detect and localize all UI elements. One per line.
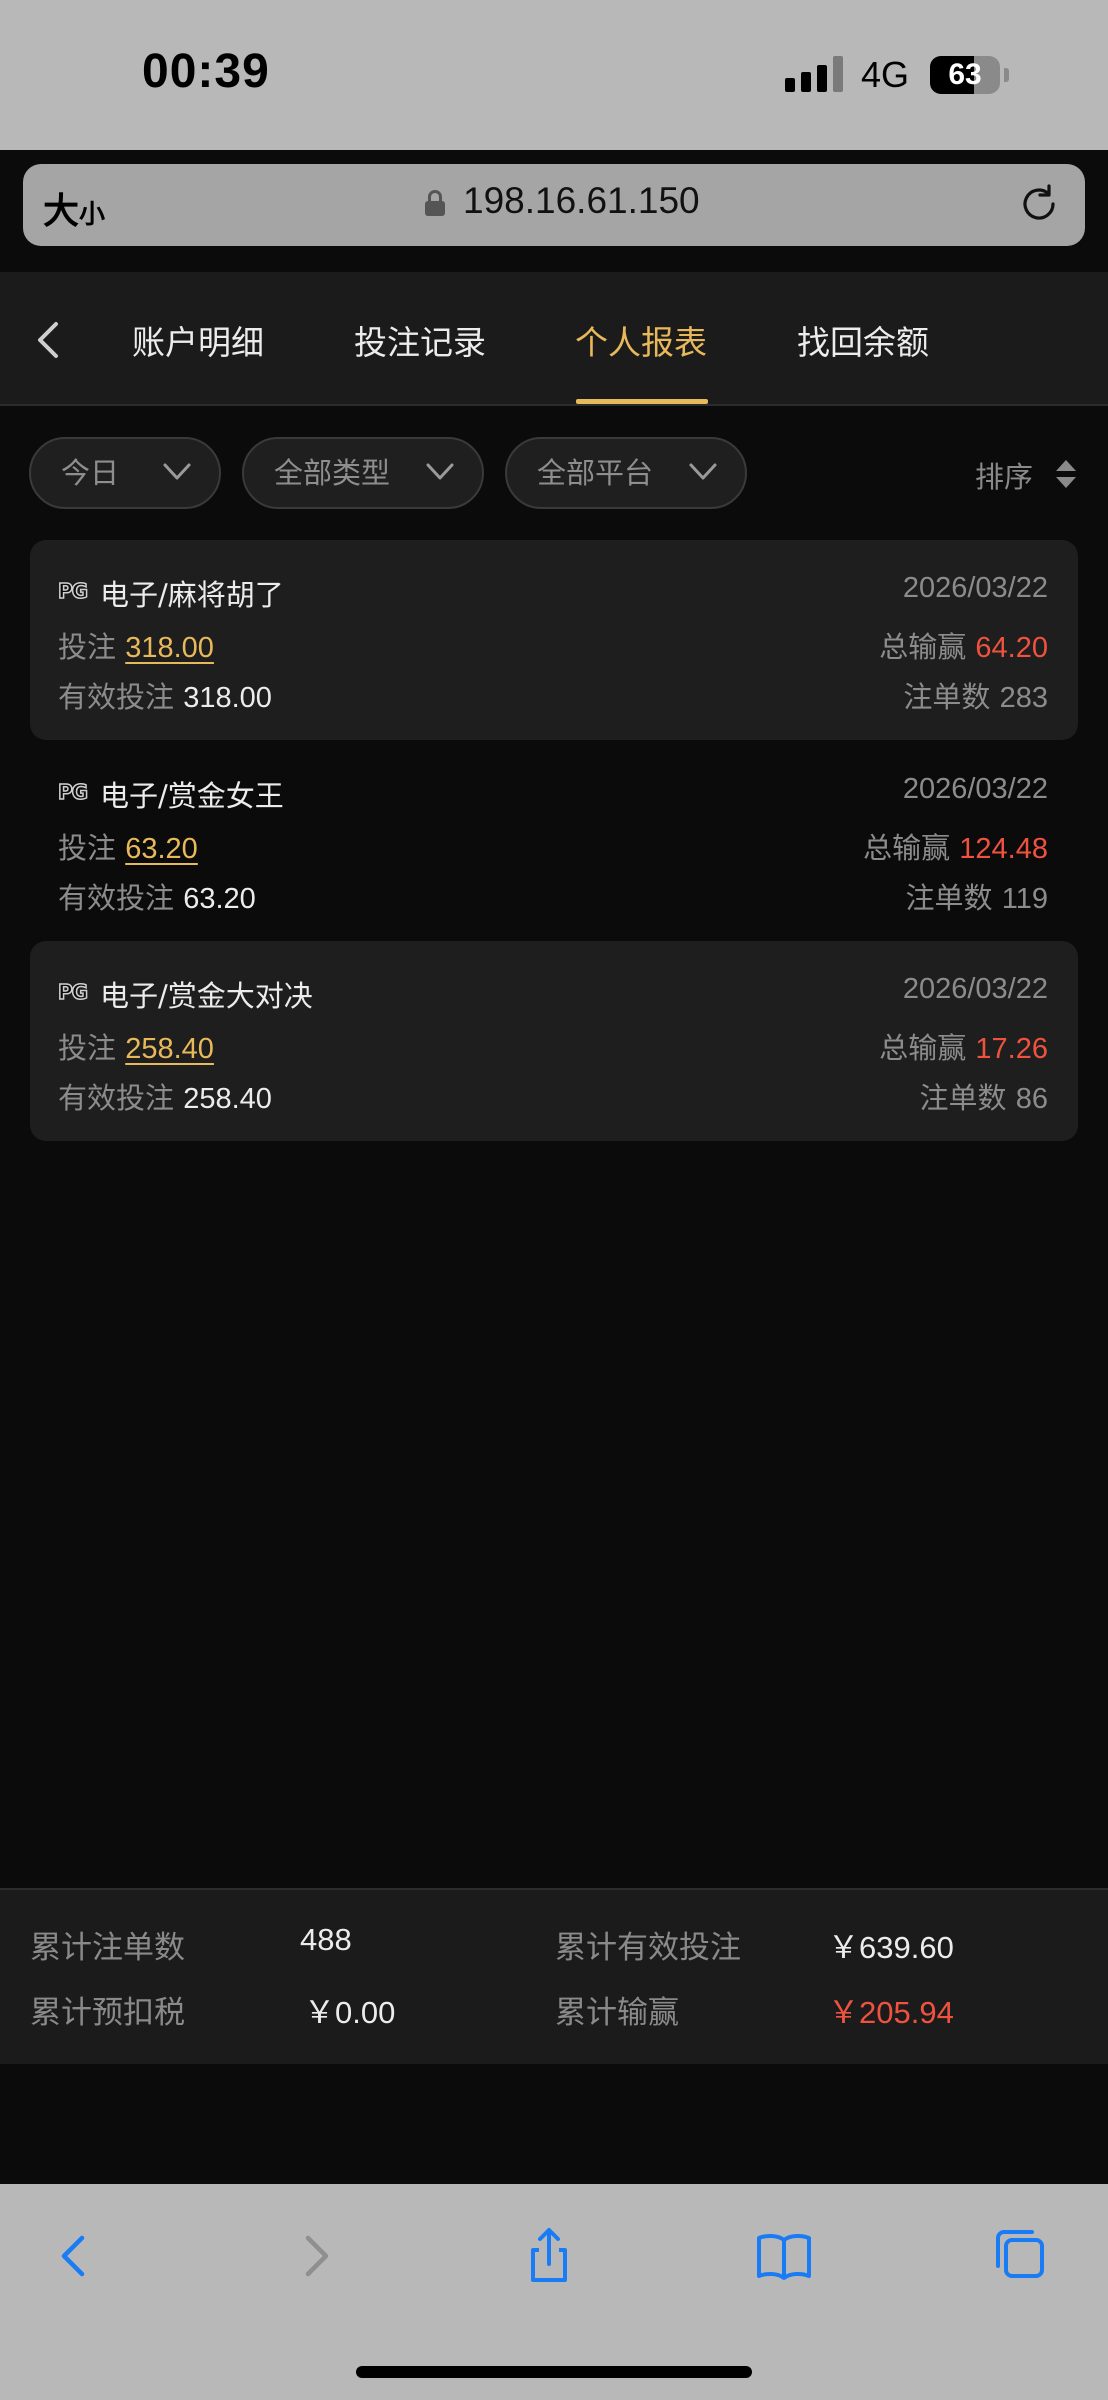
bet-count-value: 119: [1001, 883, 1048, 915]
record-date: 2026/03/22: [902, 973, 1048, 1005]
status-time: 00:39: [142, 45, 270, 98]
platform-filter-dropdown[interactable]: 全部平台: [505, 437, 747, 509]
active-tab-indicator: [576, 399, 708, 404]
bet-count-row: 注单数 86: [920, 1075, 1049, 1117]
total-win-loss-value: ￥205.94: [828, 1995, 954, 2030]
valid-bet-row: 有效投注 318.00: [58, 674, 272, 716]
total-tax-value: ￥0.00: [304, 1995, 396, 2030]
battery-cap: [1004, 68, 1009, 82]
network-type: 4G: [861, 54, 910, 95]
address-bar[interactable]: 大小 198.16.61.150: [23, 164, 1085, 246]
bet-count-label: 注单数: [905, 881, 993, 915]
valid-bet-label: 有效投注: [58, 1081, 175, 1115]
back-icon[interactable]: [44, 2226, 104, 2286]
bet-label: 投注: [58, 630, 117, 664]
bookmarks-icon[interactable]: [754, 2226, 814, 2286]
bet-count-label: 注单数: [919, 1081, 1007, 1115]
win-loss-value: 124.48: [959, 833, 1048, 865]
bet-label: 投注: [58, 1031, 117, 1065]
forward-icon[interactable]: [286, 2226, 346, 2286]
battery-percent: 63: [948, 58, 982, 91]
type-filter-value: 全部类型: [274, 456, 391, 490]
win-loss-row: 总输赢 64.20: [879, 624, 1048, 666]
bet-count-value: 283: [999, 682, 1048, 714]
pg-provider-logo: PG: [57, 780, 89, 804]
report-tab-bar: 账户明细 投注记录 个人报表 找回余额: [0, 272, 1108, 406]
game-title: 电子/赏金大对决: [100, 979, 313, 1013]
cellular-signal-icon: [785, 56, 847, 92]
battery-icon: 63: [930, 56, 1000, 94]
text-size-button[interactable]: 大小: [43, 182, 105, 234]
tab-account-details[interactable]: 账户明细: [132, 316, 264, 364]
tab-recover-balance[interactable]: 找回余额: [797, 316, 929, 364]
bet-count-label: 注单数: [903, 680, 991, 714]
bet-amount-link[interactable]: 258.40: [125, 1033, 214, 1065]
total-tax-label: 累计预扣税: [30, 1995, 185, 2031]
report-card[interactable]: PG 电子/赏金女王 2026/03/22 投注 63.20 总输赢 124.4…: [30, 741, 1078, 941]
summary-panel: 累计注单数 488 累计有效投注 ￥639.60 累计预扣税 ￥0.00 累计输…: [0, 1888, 1108, 2064]
sort-button[interactable]: 排序: [975, 454, 1033, 496]
record-date: 2026/03/22: [902, 773, 1048, 805]
total-bets-value: 488: [300, 1922, 352, 1957]
chevron-down-icon: [689, 463, 717, 480]
game-title: 电子/赏金女王: [100, 779, 284, 813]
bet-label: 投注: [58, 831, 117, 865]
tab-bet-records[interactable]: 投注记录: [354, 316, 486, 364]
chevron-down-icon: [163, 463, 191, 480]
valid-bet-value: 63.20: [183, 883, 256, 915]
bet-count-row: 注单数 283: [903, 674, 1048, 716]
total-bets-label: 累计注单数: [30, 1930, 185, 1966]
url-text[interactable]: 198.16.61.150: [463, 180, 700, 222]
bet-count-row: 注单数 119: [906, 875, 1048, 917]
win-loss-label: 总输赢: [863, 831, 951, 865]
reload-icon[interactable]: [1015, 180, 1063, 228]
bet-amount-link[interactable]: 318.00: [125, 632, 214, 664]
status-bar: 00:39 4G 63: [0, 0, 1108, 150]
tab-personal-report[interactable]: 个人报表: [575, 316, 707, 364]
win-loss-value: 17.26: [975, 1033, 1048, 1065]
bet-amount-row: 投注 63.20: [58, 825, 198, 867]
bet-count-value: 86: [1015, 1083, 1048, 1115]
share-icon[interactable]: [519, 2226, 579, 2286]
text-size-small: 小: [79, 200, 106, 230]
total-valid-bet-label: 累计有效投注: [555, 1930, 741, 1966]
valid-bet-row: 有效投注 258.40: [58, 1075, 272, 1117]
win-loss-row: 总输赢 124.48: [863, 825, 1048, 867]
type-filter-dropdown[interactable]: 全部类型: [242, 437, 484, 509]
back-arrow-icon[interactable]: [28, 316, 68, 364]
report-card[interactable]: PG 电子/赏金大对决 2026/03/22 投注 258.40 总输赢 17.…: [30, 941, 1078, 1141]
date-filter-dropdown[interactable]: 今日: [29, 437, 221, 509]
chevron-down-icon: [426, 463, 454, 480]
total-valid-bet-value: ￥639.60: [828, 1930, 954, 1965]
valid-bet-value: 258.40: [183, 1083, 272, 1115]
total-win-loss-label: 累计输赢: [555, 1995, 679, 2031]
bet-amount-row: 投注 318.00: [58, 624, 214, 666]
win-loss-label: 总输赢: [879, 630, 967, 664]
win-loss-label: 总输赢: [879, 1031, 967, 1065]
text-size-large: 大: [43, 191, 80, 232]
lock-icon: [425, 190, 445, 216]
valid-bet-label: 有效投注: [58, 680, 175, 714]
bet-amount-row: 投注 258.40: [58, 1025, 214, 1067]
game-title: 电子/麻将胡了: [100, 578, 284, 612]
valid-bet-value: 318.00: [183, 682, 272, 714]
date-filter-value: 今日: [61, 456, 120, 490]
win-loss-row: 总输赢 17.26: [879, 1025, 1048, 1067]
bet-amount-link[interactable]: 63.20: [125, 833, 198, 865]
sort-arrows-icon[interactable]: [1054, 458, 1078, 490]
home-indicator[interactable]: [356, 2366, 752, 2378]
platform-filter-value: 全部平台: [537, 456, 654, 490]
valid-bet-row: 有效投注 63.20: [58, 875, 256, 917]
win-loss-value: 64.20: [975, 632, 1048, 664]
pg-provider-logo: PG: [57, 980, 89, 1004]
tabs-icon[interactable]: [990, 2226, 1050, 2286]
valid-bet-label: 有效投注: [58, 881, 175, 915]
report-card[interactable]: PG 电子/麻将胡了 2026/03/22 投注 318.00 总输赢 64.2…: [30, 540, 1078, 740]
pg-provider-logo: PG: [57, 579, 89, 603]
record-date: 2026/03/22: [902, 572, 1048, 604]
